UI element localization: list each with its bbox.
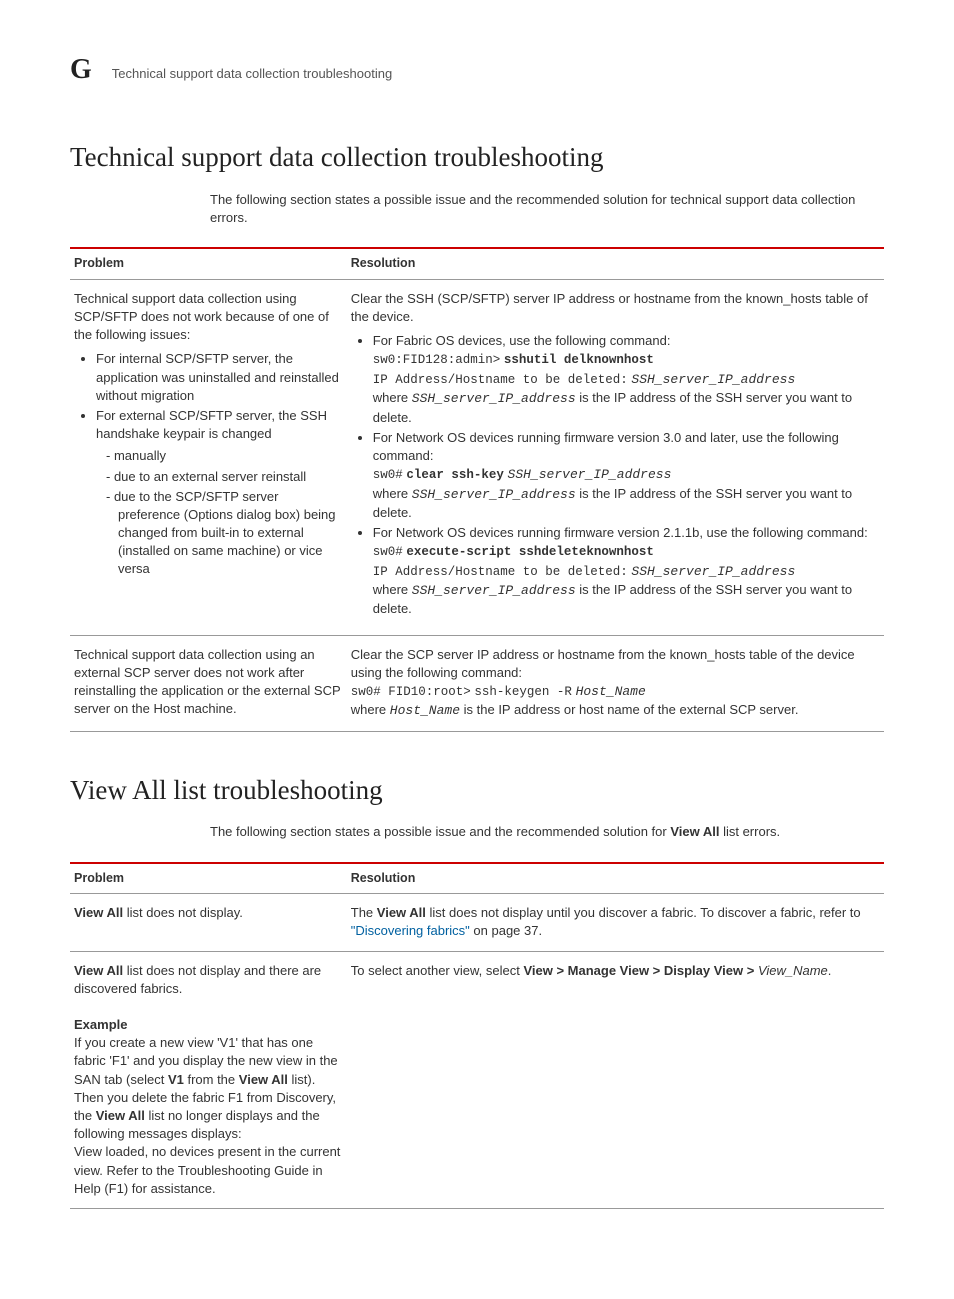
ip-var: SSH_server_IP_address [412, 487, 576, 502]
ip-var: SSH_server_IP_address [631, 564, 795, 579]
intro-pre: The following section states a possible … [210, 824, 670, 839]
ip-line: IP Address/Hostname to be deleted: [373, 373, 628, 387]
xref-discovering-fabrics[interactable]: "Discovering fabrics" [351, 923, 470, 938]
table-row: View All list does not display. The View… [70, 894, 884, 951]
where-pre: where [351, 702, 386, 717]
fabric-intro: For Fabric OS devices, use the following… [373, 333, 671, 348]
section-heading-tech-support: Technical support data collection troubl… [70, 139, 884, 177]
list-item: For external SCP/SFTP server, the SSH ha… [96, 407, 343, 579]
inner-list: manually due to an external server reins… [96, 447, 343, 578]
ip-var: SSH_server_IP_address [412, 391, 576, 406]
table-row: Technical support data collection using … [70, 279, 884, 635]
prob-bold: View All [74, 905, 123, 920]
problem-list: For internal SCP/SFTP server, the applic… [74, 350, 343, 578]
appendix-letter: G [70, 50, 92, 89]
intro-post: list errors. [719, 824, 780, 839]
list-item: For Fabric OS devices, use the following… [373, 332, 880, 427]
where-post: is the IP address or host name of the ex… [464, 702, 799, 717]
resolution-cell: To select another view, select View > Ma… [347, 951, 884, 1208]
example-msg: View loaded, no devices present in the c… [74, 1144, 340, 1195]
list-item: manually [118, 447, 343, 465]
col-problem: Problem [70, 863, 347, 894]
ip-line: IP Address/Hostname to be deleted: [373, 565, 628, 579]
net211-intro: For Network OS devices running firmware … [373, 525, 868, 540]
res-pre: To select another view, select [351, 963, 524, 978]
section2-intro: The following section states a possible … [210, 823, 884, 841]
res-mid: list does not display until you discover… [426, 905, 861, 920]
res-bold: View All [377, 905, 426, 920]
res-lead: Clear the SCP server IP address or hostn… [351, 647, 855, 680]
ex-b3: View All [96, 1108, 145, 1123]
list-item: For Network OS devices running firmware … [373, 524, 880, 619]
host-var: Host_Name [576, 684, 646, 699]
ex-b2: View All [239, 1072, 288, 1087]
prompt: sw0# [373, 545, 403, 559]
ex-b1: V1 [168, 1072, 184, 1087]
ip-var: SSH_server_IP_address [631, 372, 795, 387]
view-name-var: View_Name [758, 963, 828, 978]
resolution-cell: The View All list does not display until… [347, 894, 884, 951]
list-item: due to the SCP/SFTP server preference (O… [118, 488, 343, 579]
problem-lead: Technical support data collection using … [74, 291, 329, 342]
where-pre: where [373, 390, 408, 405]
table-row: Technical support data collection using … [70, 635, 884, 731]
command: execute-script sshdeleteknownhost [406, 545, 654, 559]
prob-bold: View All [74, 963, 123, 978]
header-title: Technical support data collection troubl… [112, 65, 392, 83]
command: sshutil delknownhost [504, 353, 654, 367]
res-post: on page 37. [470, 923, 542, 938]
command: ssh-keygen -R [474, 685, 572, 699]
net30-intro: For Network OS devices running firmware … [373, 430, 839, 463]
res-lead: Clear the SSH (SCP/SFTP) server IP addre… [351, 291, 868, 324]
prompt: sw0# [373, 468, 403, 482]
col-resolution: Resolution [347, 863, 884, 894]
menu-path: View > Manage View > Display View > [523, 963, 757, 978]
resolution-cell: Clear the SCP server IP address or hostn… [347, 635, 884, 731]
list-item: For Network OS devices running firmware … [373, 429, 880, 522]
prompt: sw0# FID10:root> [351, 685, 471, 699]
col-resolution: Resolution [347, 248, 884, 279]
page-header: G Technical support data collection trou… [70, 50, 884, 89]
view-all-table: Problem Resolution View All list does no… [70, 862, 884, 1209]
list-item: For internal SCP/SFTP server, the applic… [96, 350, 343, 405]
problem-cell: Technical support data collection using … [70, 635, 347, 731]
example-label: Example [74, 1017, 127, 1032]
ip-var: SSH_server_IP_address [412, 583, 576, 598]
prob-post: list does not display. [123, 905, 243, 920]
res-post: . [828, 963, 832, 978]
where-pre: where [373, 486, 408, 501]
section1-intro: The following section states a possible … [210, 191, 884, 227]
section-heading-view-all: View All list troubleshooting [70, 772, 884, 810]
tech-support-table: Problem Resolution Technical support dat… [70, 247, 884, 731]
host-var: Host_Name [390, 703, 460, 718]
col-problem: Problem [70, 248, 347, 279]
list-item-text: For external SCP/SFTP server, the SSH ha… [96, 408, 327, 441]
resolution-list: For Fabric OS devices, use the following… [351, 332, 880, 618]
problem-cell: View All list does not display. [70, 894, 347, 951]
ex-mid1: from the [184, 1072, 239, 1087]
where-pre: where [373, 582, 408, 597]
problem-cell: Technical support data collection using … [70, 279, 347, 635]
ip-var: SSH_server_IP_address [508, 467, 672, 482]
intro-bold: View All [670, 824, 719, 839]
list-item: due to an external server reinstall [118, 468, 343, 486]
problem-cell: View All list does not display and there… [70, 951, 347, 1208]
resolution-cell: Clear the SSH (SCP/SFTP) server IP addre… [347, 279, 884, 635]
prompt: sw0:FID128:admin> [373, 353, 501, 367]
command: clear ssh-key [406, 468, 504, 482]
table-row: View All list does not display and there… [70, 951, 884, 1208]
res-pre: The [351, 905, 377, 920]
